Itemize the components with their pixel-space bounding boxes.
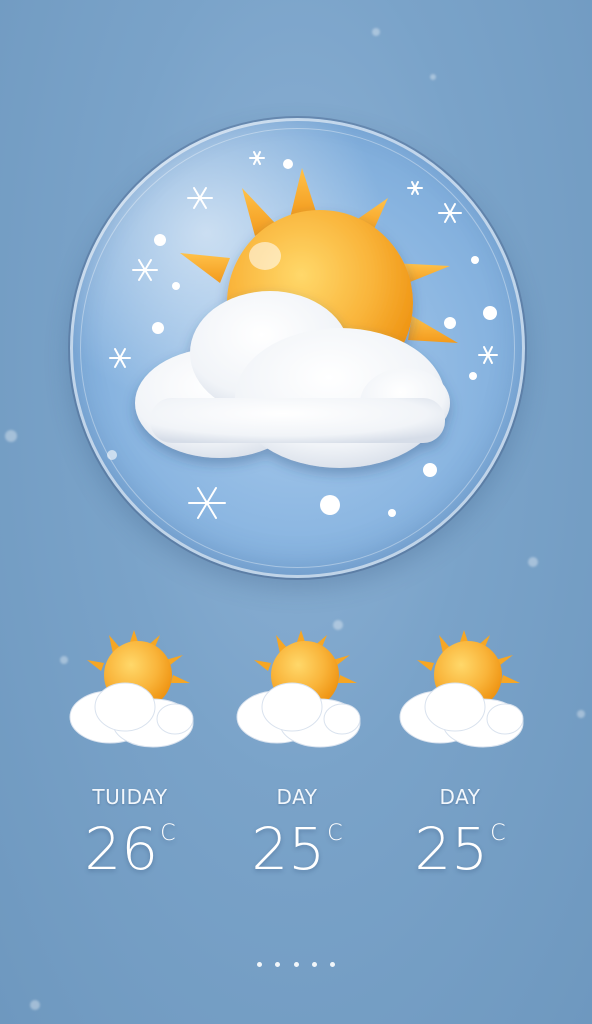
temperature-value: 25 <box>414 815 489 883</box>
temperature-value: 26 <box>84 815 159 883</box>
temperature-unit: C <box>160 821 176 846</box>
background-speck <box>577 710 585 718</box>
temperature-unit: C <box>490 821 506 846</box>
page-dot[interactable] <box>257 962 263 967</box>
temperature-value: 25 <box>251 815 326 883</box>
sun-behind-cloud-with-snow-icon <box>107 151 498 563</box>
background-speck <box>372 28 380 36</box>
forecast-day-label: DAY <box>439 785 481 809</box>
forecast-temperature: 25C <box>395 815 525 883</box>
page-indicator[interactable] <box>0 952 592 971</box>
temperature-unit: C <box>327 821 343 846</box>
background-speck <box>430 74 436 80</box>
forecast-day-label: TUIDAY <box>92 785 168 809</box>
forecast-day-label: DAY <box>276 785 318 809</box>
page-dot[interactable] <box>311 962 317 967</box>
page-dot[interactable] <box>275 962 281 967</box>
background-speck <box>5 430 17 442</box>
background-speck <box>30 1000 40 1010</box>
forecast-temperature: 26C <box>65 815 195 883</box>
background-speck <box>528 557 538 567</box>
partly-sunny-icon <box>236 630 361 748</box>
current-weather-bubble[interactable] <box>70 118 525 578</box>
forecast-temperature: 25C <box>232 815 362 883</box>
partly-sunny-icon <box>399 630 524 748</box>
partly-sunny-icon <box>69 630 194 748</box>
page-dot[interactable] <box>329 962 335 967</box>
page-dot[interactable] <box>293 962 299 967</box>
